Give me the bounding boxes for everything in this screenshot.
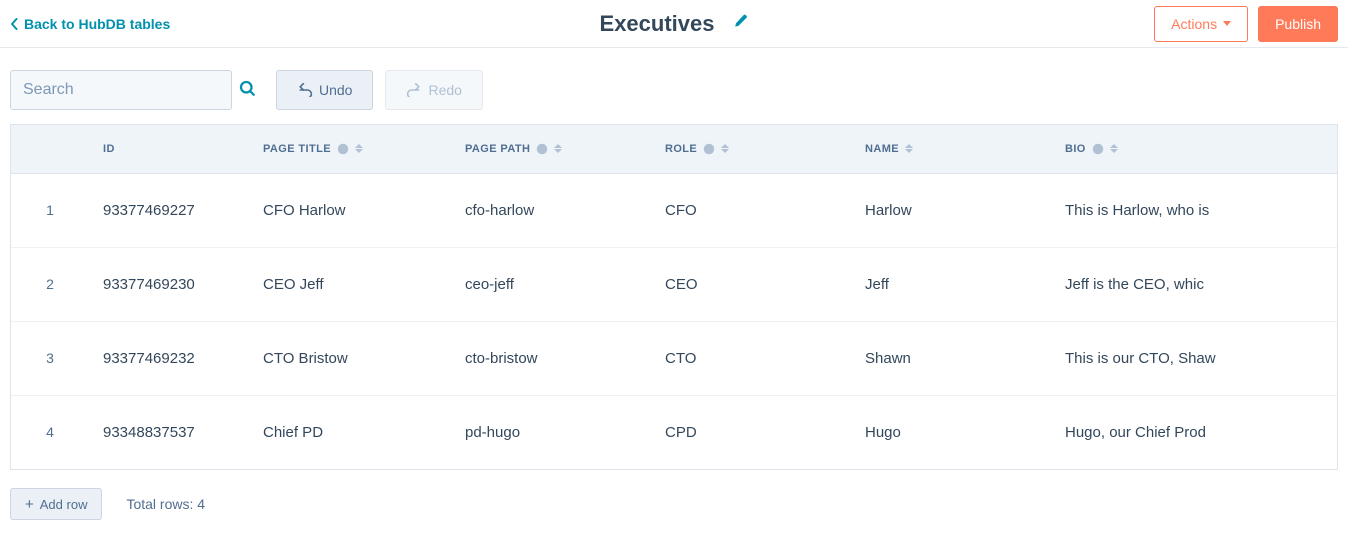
cell-id[interactable]: 93348837537 [89,395,249,469]
cell-rownum: 2 [11,247,89,321]
data-table: ID PAGE TITLE PAGE PATH [11,125,1337,469]
cell-page-path[interactable]: cfo-harlow [451,173,651,247]
chevron-left-icon [10,18,18,30]
sort-icon [1110,144,1118,153]
col-header-id-label: ID [103,143,115,155]
actions-label: Actions [1171,16,1217,32]
col-header-role[interactable]: ROLE [651,125,851,173]
col-header-role-label: ROLE [665,143,697,155]
back-link[interactable]: Back to HubDB tables [10,16,170,32]
cell-page-title[interactable]: Chief PD [249,395,451,469]
cell-id[interactable]: 93377469230 [89,247,249,321]
table-header-row: ID PAGE TITLE PAGE PATH [11,125,1337,173]
col-header-page-path[interactable]: PAGE PATH [451,125,651,173]
col-header-rownum [11,125,89,173]
redo-button[interactable]: Redo [385,70,482,110]
cell-rownum: 4 [11,395,89,469]
redo-icon [406,83,422,97]
cell-name[interactable]: Hugo [851,395,1051,469]
sort-icon [905,144,913,153]
cell-role[interactable]: CTO [651,321,851,395]
topbar: Back to HubDB tables Executives Actions … [0,0,1348,48]
table-row[interactable]: 393377469232CTO Bristowcto-bristowCTOSha… [11,321,1337,395]
undo-button[interactable]: Undo [276,70,373,110]
info-icon [337,143,349,155]
cell-page-path[interactable]: pd-hugo [451,395,651,469]
cell-page-title[interactable]: CFO Harlow [249,173,451,247]
pencil-icon[interactable] [732,13,748,34]
cell-page-path[interactable]: cto-bristow [451,321,651,395]
actions-button[interactable]: Actions [1154,6,1248,42]
sort-icon [554,144,562,153]
back-link-label: Back to HubDB tables [24,16,170,32]
cell-rownum: 3 [11,321,89,395]
add-row-label: Add row [40,497,88,512]
cell-page-path[interactable]: ceo-jeff [451,247,651,321]
search-input[interactable] [23,81,230,99]
col-header-bio-label: BIO [1065,143,1086,155]
col-header-page-title-label: PAGE TITLE [263,143,331,155]
toolbar: Undo Redo [0,48,1348,124]
table-row[interactable]: 193377469227CFO Harlowcfo-harlowCFOHarlo… [11,173,1337,247]
col-header-name-label: NAME [865,143,899,155]
publish-button[interactable]: Publish [1258,6,1338,42]
plus-icon: + [25,497,34,512]
caret-down-icon [1223,21,1231,26]
cell-bio[interactable]: This is our CTO, Shaw [1051,321,1337,395]
top-actions: Actions Publish [1154,6,1338,42]
sort-icon [355,144,363,153]
col-header-id[interactable]: ID [89,125,249,173]
cell-role[interactable]: CPD [651,395,851,469]
col-header-bio[interactable]: BIO [1051,125,1337,173]
cell-page-title[interactable]: CTO Bristow [249,321,451,395]
cell-role[interactable]: CEO [651,247,851,321]
cell-name[interactable]: Shawn [851,321,1051,395]
cell-bio[interactable]: Hugo, our Chief Prod [1051,395,1337,469]
col-header-page-title[interactable]: PAGE TITLE [249,125,451,173]
redo-label: Redo [428,82,461,98]
cell-role[interactable]: CFO [651,173,851,247]
table-row[interactable]: 493348837537Chief PDpd-hugoCPDHugoHugo, … [11,395,1337,469]
table-footer: + Add row Total rows: 4 [0,470,1348,544]
col-header-page-path-label: PAGE PATH [465,143,530,155]
title-wrap: Executives [600,11,749,37]
cell-name[interactable]: Harlow [851,173,1051,247]
cell-bio[interactable]: Jeff is the CEO, whic [1051,247,1337,321]
total-rows-label: Total rows: 4 [126,496,205,512]
undo-redo-group: Undo Redo [276,70,483,110]
search-box[interactable] [10,70,232,110]
cell-id[interactable]: 93377469227 [89,173,249,247]
undo-label: Undo [319,82,352,98]
cell-rownum: 1 [11,173,89,247]
info-icon [536,143,548,155]
cell-page-title[interactable]: CEO Jeff [249,247,451,321]
info-icon [1092,143,1104,155]
col-header-name[interactable]: NAME [851,125,1051,173]
info-icon [703,143,715,155]
publish-label: Publish [1275,16,1321,32]
cell-bio[interactable]: This is Harlow, who is [1051,173,1337,247]
cell-name[interactable]: Jeff [851,247,1051,321]
table-wrap: ID PAGE TITLE PAGE PATH [10,124,1338,470]
page-title: Executives [600,11,715,37]
table-row[interactable]: 293377469230CEO Jeffceo-jeffCEOJeffJeff … [11,247,1337,321]
undo-icon [297,83,313,97]
cell-id[interactable]: 93377469232 [89,321,249,395]
add-row-button[interactable]: + Add row [10,488,102,520]
search-icon [238,79,256,102]
sort-icon [721,144,729,153]
